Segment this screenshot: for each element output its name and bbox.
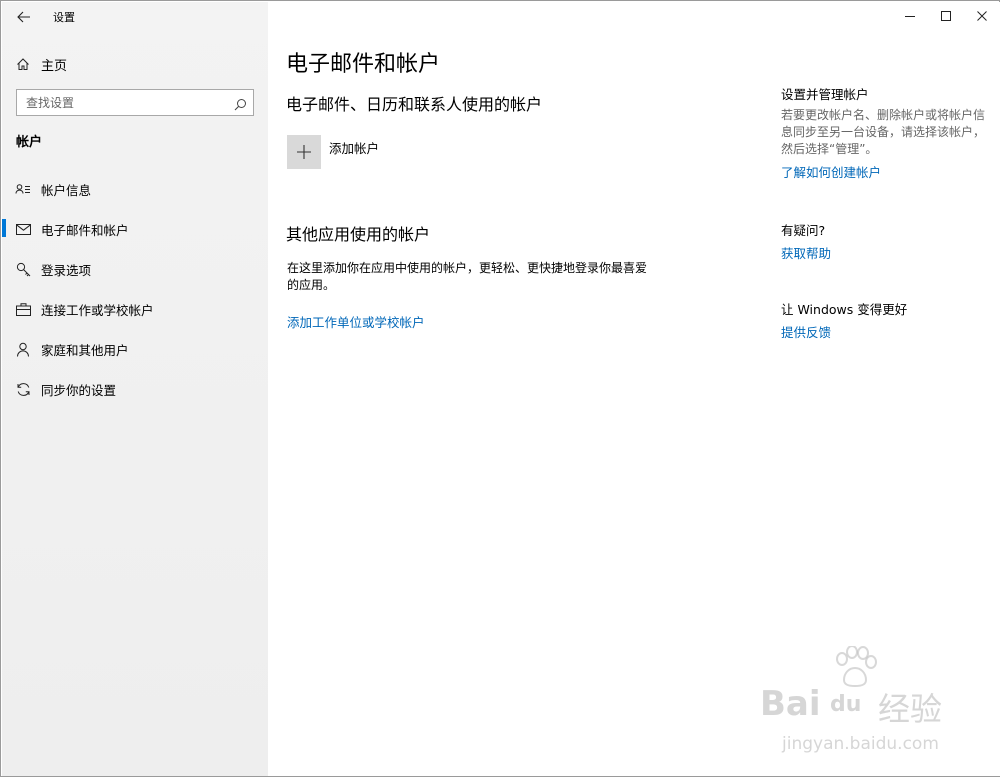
sidebar-item-account-info[interactable]: 帐户信息: [2, 171, 268, 205]
maximize-icon: [941, 11, 951, 21]
manage-title: 设置并管理帐户: [781, 87, 869, 102]
plus-icon: [297, 145, 311, 159]
back-arrow-icon: [17, 11, 30, 23]
section-heading-email: 电子邮件、日历和联系人使用的帐户: [286, 95, 543, 114]
settings-window: 设置 主页 帐户 帐户信息 电子邮件和帐户: [0, 0, 1000, 777]
sidebar: 设置 主页 帐户 帐户信息 电子邮件和帐户: [2, 2, 268, 776]
watermark-url: jingyan.baidu.com: [782, 734, 939, 754]
feedback-title: 让 Windows 变得更好: [781, 302, 908, 317]
window-controls: [892, 2, 1000, 32]
page-title: 电子邮件和帐户: [286, 52, 441, 77]
sidebar-item-sign-in-options[interactable]: 登录选项: [2, 251, 268, 285]
main-content: 电子邮件和帐户 电子邮件、日历和联系人使用的帐户 添加帐户 其他应用使用的帐户 …: [268, 2, 1000, 776]
sidebar-item-work-school[interactable]: 连接工作或学校帐户: [2, 291, 268, 325]
sidebar-item-label: 同步你的设置: [41, 383, 117, 398]
minimize-button[interactable]: [892, 2, 928, 30]
sidebar-item-family-users[interactable]: 家庭和其他用户: [2, 331, 268, 365]
manage-description: 若要更改帐户名、删除帐户或将帐户信息同步至另一台设备，请选择该帐户，然后选择“管…: [781, 108, 986, 156]
watermark-brand: Bai: [760, 684, 821, 724]
paw-logo-icon: [836, 646, 877, 688]
sidebar-item-label: 帐户信息: [41, 183, 92, 198]
person-card-icon: [15, 181, 31, 197]
search-box[interactable]: [16, 89, 254, 116]
add-tile: [287, 135, 321, 169]
watermark-cn: 经验: [878, 690, 943, 728]
sidebar-item-email-accounts[interactable]: 电子邮件和帐户: [2, 211, 268, 245]
active-indicator: [2, 219, 6, 237]
section-description: 在这里添加你在应用中使用的帐户，更轻松、更快捷地登录你最喜爱的应用。: [287, 261, 648, 292]
maximize-button[interactable]: [928, 2, 964, 30]
minimize-icon: [905, 16, 915, 17]
sidebar-item-label: 电子邮件和帐户: [41, 223, 129, 238]
add-account-button[interactable]: 添加帐户: [287, 135, 487, 171]
home-icon: [16, 56, 30, 75]
titlebar-left: 设置: [2, 2, 268, 32]
section-heading-other-apps: 其他应用使用的帐户: [286, 225, 431, 244]
briefcase-icon: [15, 301, 31, 317]
key-icon: [15, 261, 31, 277]
watermark-brand-du: du: [830, 692, 862, 717]
help-title: 有疑问?: [781, 223, 826, 238]
sync-icon: [15, 381, 31, 397]
feedback-panel: 让 Windows 变得更好 提供反馈: [781, 299, 991, 341]
add-work-school-link[interactable]: 添加工作单位或学校帐户: [287, 312, 425, 331]
help-panel: 有疑问? 获取帮助: [781, 220, 991, 262]
app-title: 设置: [53, 11, 75, 24]
manage-accounts-panel: 设置并管理帐户 若要更改帐户名、删除帐户或将帐户信息同步至另一台设备，请选择该帐…: [781, 84, 991, 181]
person-icon: [15, 341, 31, 357]
sidebar-item-label: 登录选项: [41, 263, 92, 278]
sidebar-section-label: 帐户: [16, 135, 43, 150]
sidebar-item-home[interactable]: 主页: [2, 51, 268, 77]
give-feedback-link[interactable]: 提供反馈: [781, 322, 991, 341]
sidebar-item-label: 家庭和其他用户: [41, 343, 129, 358]
back-button[interactable]: [14, 7, 34, 27]
baidu-watermark: Bai du 经验 jingyan.baidu.com: [760, 646, 950, 758]
search-input[interactable]: [17, 90, 217, 115]
sidebar-item-label: 连接工作或学校帐户: [41, 303, 154, 318]
learn-create-account-link[interactable]: 了解如何创建帐户: [781, 162, 991, 181]
mail-icon: [15, 221, 31, 237]
close-button[interactable]: [964, 2, 1000, 30]
get-help-link[interactable]: 获取帮助: [781, 243, 991, 262]
close-icon: [977, 11, 987, 21]
add-account-label: 添加帐户: [329, 141, 380, 156]
search-icon[interactable]: [234, 96, 247, 115]
sidebar-item-label: 主页: [41, 59, 68, 74]
sidebar-item-sync-settings[interactable]: 同步你的设置: [2, 371, 268, 405]
